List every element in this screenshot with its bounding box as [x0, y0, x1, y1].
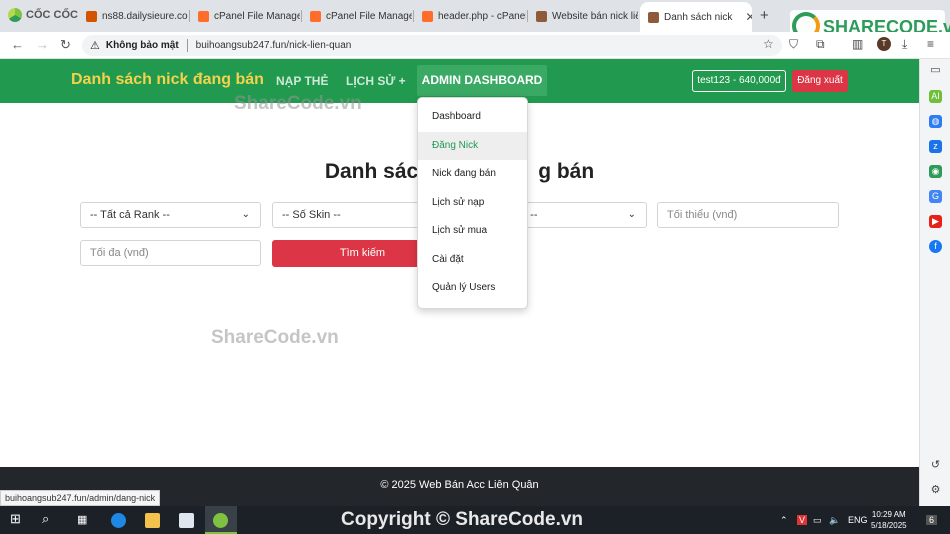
- coccoc-icon: [213, 513, 228, 528]
- tab-label: Danh sách nick: [664, 11, 733, 23]
- watermark-bottom: Copyright © ShareCode.vn: [341, 509, 584, 530]
- tab-label: ns88.dailysieure.com: [102, 10, 188, 22]
- store-icon[interactable]: [179, 513, 194, 528]
- menu-lich-su[interactable]: LỊCH SỬ +: [346, 74, 406, 88]
- site-favicon-icon: [648, 11, 659, 23]
- browser-toolbar: ← → ↻ ⚠ Không bảo mật buihoangsub247.fun…: [0, 32, 950, 59]
- tab-label: Website bán nick liê: [552, 10, 638, 22]
- dropdown-lich-su-nap[interactable]: Lịch sử nạp: [418, 189, 527, 217]
- ai-icon[interactable]: AI: [929, 90, 942, 103]
- notification-icon[interactable]: 6: [926, 515, 938, 525]
- warning-icon: ⚠: [90, 40, 100, 52]
- web-page: Danh sách nick đang bán NẠP THẺ LỊCH SỬ …: [0, 59, 919, 506]
- extensions-icon[interactable]: ⧉: [816, 37, 825, 52]
- clock-time: 10:29 AM: [871, 510, 906, 519]
- watermark-middle: ShareCode.vn: [211, 327, 339, 348]
- security-label: Không bảo mật: [105, 40, 179, 51]
- menu-icon[interactable]: ≡: [927, 37, 934, 51]
- close-tab-icon[interactable]: ✕: [745, 10, 752, 24]
- cpanel-favicon-icon: [310, 10, 321, 22]
- tab-cpanel-1[interactable]: cPanel File Manager: [190, 4, 300, 28]
- rank-select[interactable]: -- Tất cả Rank -- ⌄: [80, 202, 261, 228]
- bookmark-star-icon[interactable]: ☆: [763, 37, 774, 51]
- heading-left: Danh sác: [324, 160, 419, 183]
- new-tab-icon[interactable]: +: [760, 7, 769, 24]
- watermark-top: ShareCode.vn: [234, 93, 362, 114]
- file-explorer-icon[interactable]: [145, 513, 160, 528]
- logout-button[interactable]: Đăng xuất: [792, 70, 848, 92]
- dropdown-lich-su-mua[interactable]: Lịch sử mua: [418, 217, 527, 245]
- reload-icon[interactable]: ↻: [60, 37, 71, 53]
- cpanel-favicon-icon: [198, 10, 209, 22]
- browser-brand-label: CỐC CỐC: [26, 9, 78, 21]
- min-price-input[interactable]: Tối thiểu (vnđ): [657, 202, 839, 228]
- cpanel-favicon-icon: [422, 10, 433, 22]
- browser-brand[interactable]: CỐC CỐC: [8, 8, 78, 22]
- windows-taskbar: ⊞ ⌕ ▦ Copyright © ShareCode.vn ⌃ V ▭ 🔈 E…: [0, 506, 950, 534]
- task-view-icon[interactable]: ▦: [77, 513, 92, 528]
- sidebar-toggle-icon[interactable]: ▥: [852, 37, 863, 51]
- facebook-icon[interactable]: f: [929, 240, 942, 253]
- menu-admin-dashboard[interactable]: ADMIN DASHBOARD +: [417, 65, 547, 118]
- zalo-icon[interactable]: z: [929, 140, 942, 153]
- language-indicator[interactable]: ENG: [848, 515, 868, 525]
- tab-website-ban-nick[interactable]: Website bán nick liê: [528, 4, 638, 28]
- chevron-down-icon: ⌄: [241, 209, 250, 220]
- tab-label: cPanel File Manager: [326, 10, 412, 22]
- address-bar[interactable]: ⚠ Không bảo mật buihoangsub247.fun/nick-…: [82, 35, 782, 56]
- dailysieure-favicon-icon: [86, 10, 97, 22]
- tab-danh-sach-nick[interactable]: Danh sách nick ✕: [640, 2, 752, 32]
- back-icon[interactable]: ←: [11, 37, 24, 52]
- status-bar-url: buihoangsub247.fun/admin/dang-nick: [0, 490, 161, 506]
- browser-side-panel: ▭ AI ◍ z ◉ G ▶ f ↺ ⚙: [919, 59, 950, 506]
- tray-chevron-icon[interactable]: ⌃: [780, 515, 788, 526]
- search-icon[interactable]: ⌕: [42, 511, 57, 526]
- skin-select-value: -- Số Skin --: [282, 209, 341, 221]
- site-favicon-icon: [536, 10, 547, 22]
- tab-dailysieure[interactable]: ns88.dailysieure.com: [78, 4, 188, 28]
- volume-icon[interactable]: 🔈: [829, 515, 840, 526]
- system-clock[interactable]: 10:29 AM 5/18/2025: [871, 509, 907, 531]
- game-icon[interactable]: ◉: [929, 165, 942, 178]
- dropdown-dang-nick[interactable]: Đăng Nick: [418, 132, 527, 160]
- tab-label: header.php - cPanel: [438, 10, 526, 22]
- history-icon[interactable]: ↺: [929, 459, 942, 472]
- download-icon[interactable]: ⤓: [902, 37, 907, 52]
- browser-tab-strip: CỐC CỐC ns88.dailysieure.com cPanel File…: [0, 0, 950, 44]
- dropdown-nick-dang-ban[interactable]: Nick đang bán: [418, 160, 527, 188]
- edge-icon[interactable]: [111, 513, 126, 528]
- profile-avatar[interactable]: T: [877, 37, 891, 51]
- coccoc-taskbar-button[interactable]: [205, 506, 237, 534]
- close-panel-icon[interactable]: ▭: [929, 64, 942, 77]
- heading-right: g bán: [538, 160, 595, 183]
- menu-nap-the[interactable]: NẠP THẺ: [276, 74, 328, 88]
- dropdown-dashboard[interactable]: Dashboard: [418, 103, 527, 131]
- vietkey-icon[interactable]: V: [797, 515, 808, 525]
- settings-gear-icon[interactable]: ⚙: [929, 484, 942, 497]
- windows-start-icon[interactable]: ⊞: [10, 511, 25, 526]
- shield-icon[interactable]: ⛉: [789, 37, 798, 52]
- dropdown-cai-dat[interactable]: Cài đặt: [418, 246, 527, 274]
- forward-icon[interactable]: →: [36, 37, 49, 52]
- tab-label: cPanel File Manager: [214, 10, 300, 22]
- user-balance[interactable]: test123 - 640,000đ: [692, 70, 786, 92]
- url-text: buihoangsub247.fun/nick-lien-quan: [195, 40, 352, 51]
- max-price-input[interactable]: Tối đa (vnđ): [80, 240, 261, 266]
- dropdown-quan-ly-users[interactable]: Quản lý Users: [418, 274, 527, 302]
- site-title[interactable]: Danh sách nick đang bán: [71, 71, 264, 89]
- rank-select-value: -- Tất cả Rank --: [90, 209, 170, 221]
- clock-date: 5/18/2025: [871, 521, 907, 530]
- admin-dropdown-menu: Dashboard Đăng Nick Nick đang bán Lịch s…: [417, 97, 528, 309]
- translate-icon[interactable]: G: [929, 190, 942, 203]
- tab-cpanel-2[interactable]: cPanel File Manager: [302, 4, 412, 28]
- youtube-icon[interactable]: ▶: [929, 215, 942, 228]
- chevron-down-icon: ⌄: [627, 209, 636, 220]
- coccoc-logo-icon: [8, 8, 22, 22]
- messenger-icon[interactable]: ◍: [929, 115, 942, 128]
- tab-header-php[interactable]: header.php - cPanel: [414, 4, 526, 28]
- network-icon[interactable]: ▭: [813, 515, 822, 526]
